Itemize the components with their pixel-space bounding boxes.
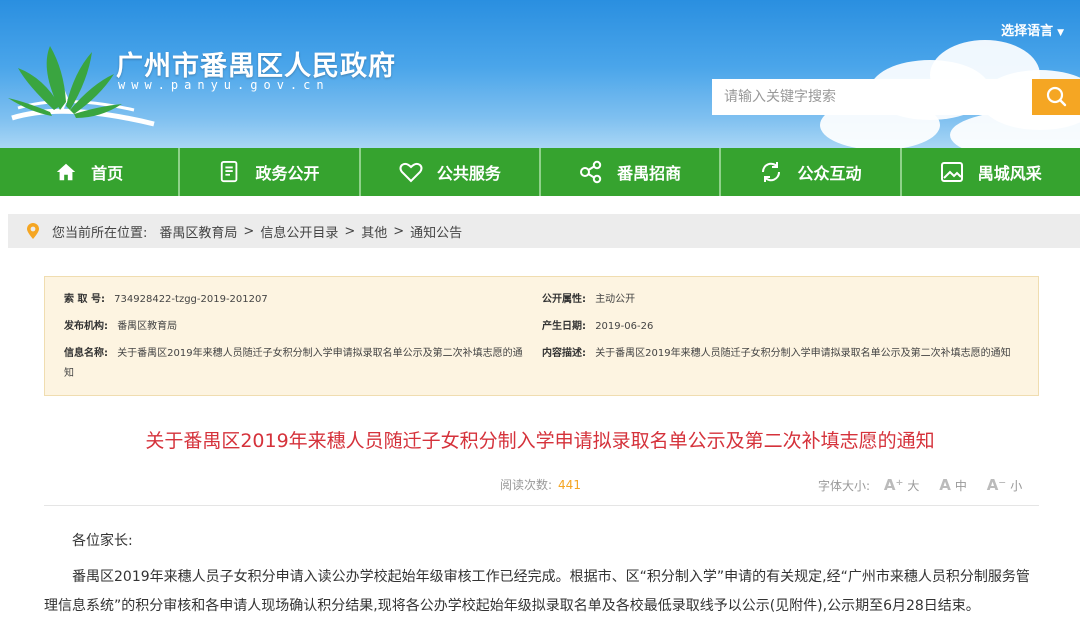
info-label: 产生日期: xyxy=(542,321,586,332)
breadcrumb-link[interactable]: 通知公告 xyxy=(410,222,462,241)
info-public-attr: 公开属性: 主动公开 xyxy=(542,290,635,310)
image-icon xyxy=(940,162,963,182)
breadcrumb-prefix: 您当前所在位置: xyxy=(52,225,148,241)
info-label: 发布机构: xyxy=(64,321,108,332)
document-info-box: 索 取 号: 734928422-tzgg-2019-201207 公开属性: … xyxy=(44,276,1039,396)
read-count-label: 阅读次数: xyxy=(500,478,553,492)
language-selector[interactable]: 选择语言 ▼ xyxy=(1001,20,1064,39)
font-large-icon[interactable]: A⁺ xyxy=(884,476,904,494)
nav-item-city-scenery[interactable]: 禺城风采 xyxy=(902,148,1080,196)
font-size-controls: 字体大小: A⁺ 大 A中 A⁻ 小 xyxy=(818,476,1028,494)
caret-down-icon: ▼ xyxy=(1057,28,1064,38)
home-icon xyxy=(56,163,76,181)
info-publisher: 发布机构: 番禺区教育局 xyxy=(64,317,177,337)
share-icon xyxy=(580,160,602,184)
font-large-button[interactable]: 大 xyxy=(907,479,919,493)
breadcrumb-link[interactable]: 其他 xyxy=(361,222,387,241)
breadcrumb: 您当前所在位置: 番禺区教育局 > 信息公开目录 > 其他 > 通知公告 xyxy=(8,214,1080,248)
nav-item-home[interactable]: 首页 xyxy=(0,148,181,196)
info-label: 索 取 号: xyxy=(64,294,105,305)
article-title: 关于番禺区2019年来穗人员随迁子女积分制入学申请拟录取名单公示及第二次补填志愿… xyxy=(145,430,935,452)
info-value: 关于番禺区2019年来穗人员随迁子女积分制入学申请拟录取名单公示及第二次补填志愿… xyxy=(595,348,1011,359)
read-count-value: 441 xyxy=(558,478,581,492)
breadcrumb-separator: > xyxy=(393,223,405,239)
nav-label: 首页 xyxy=(91,164,124,183)
info-label: 公开属性: xyxy=(542,294,586,305)
language-label: 选择语言 xyxy=(1001,24,1054,39)
info-date: 产生日期: 2019-06-26 xyxy=(542,317,653,337)
font-size-label: 字体大小: xyxy=(818,479,871,493)
info-value: 关于番禺区2019年来穗人员随迁子女积分制入学申请拟录取名单公示及第二次补填志愿… xyxy=(64,348,523,379)
search-input[interactable] xyxy=(712,79,1032,115)
info-index: 索 取 号: 734928422-tzgg-2019-201207 xyxy=(64,290,268,310)
nav-label: 公共服务 xyxy=(436,164,501,183)
font-medium-button[interactable]: 中 xyxy=(955,479,967,493)
document-icon xyxy=(221,161,238,183)
breadcrumb-separator: > xyxy=(243,223,255,239)
nav-item-public-services[interactable]: 公共服务 xyxy=(361,148,541,196)
nav-label: 禺城风采 xyxy=(977,164,1042,183)
search-icon xyxy=(1046,86,1067,107)
info-label: 信息名称: xyxy=(64,348,108,359)
heart-icon xyxy=(399,162,423,183)
nav-item-investment[interactable]: 番禺招商 xyxy=(541,148,722,196)
article-greeting: 各位家长: xyxy=(72,533,133,549)
article-paragraph: 番禺区2019年来穗人员子女积分申请入读公办学校起始年级审核工作已经完成。根据市… xyxy=(44,569,1030,614)
nav-label: 公众互动 xyxy=(797,164,862,183)
info-description: 内容描述: 关于番禺区2019年来穗人员随迁子女积分制入学申请拟录取名单公示及第… xyxy=(542,344,1022,364)
font-small-button[interactable]: 小 xyxy=(1010,479,1022,493)
article-meta: 阅读次数: 441 字体大小: A⁺ 大 A中 A⁻ 小 xyxy=(0,476,1080,494)
nav-item-public-interaction[interactable]: 公众互动 xyxy=(721,148,902,196)
site-url: www.panyu.gov.cn xyxy=(118,78,330,92)
location-pin-icon xyxy=(27,223,39,239)
refresh-icon xyxy=(762,162,781,182)
font-small-icon[interactable]: A⁻ xyxy=(987,476,1007,494)
breadcrumb-link[interactable]: 信息公开目录 xyxy=(260,222,338,241)
nav-label: 番禺招商 xyxy=(617,164,682,183)
site-header: 广州市番禺区人民政府 www.panyu.gov.cn 选择语言 ▼ xyxy=(0,0,1080,148)
info-label: 内容描述: xyxy=(542,348,586,359)
info-value: 番禺区教育局 xyxy=(117,321,178,332)
info-name: 信息名称: 关于番禺区2019年来穗人员随迁子女积分制入学申请拟录取名单公示及第… xyxy=(64,344,524,384)
cloud-decoration xyxy=(950,110,1080,148)
search-button[interactable] xyxy=(1032,79,1080,115)
breadcrumb-link[interactable]: 番禺区教育局 xyxy=(159,222,237,241)
read-count: 阅读次数: 441 xyxy=(500,476,581,493)
divider xyxy=(44,505,1039,506)
search-bar xyxy=(712,79,1080,115)
nav-item-government-affairs[interactable]: 政务公开 xyxy=(180,148,361,196)
info-value: 2019-06-26 xyxy=(595,321,654,332)
font-medium-icon[interactable]: A xyxy=(939,476,951,494)
breadcrumb-separator: > xyxy=(344,223,356,239)
nav-label: 政务公开 xyxy=(255,164,320,183)
main-nav: 首页 政务公开 公共服务 番禺招商 公众互动 禺城风采 xyxy=(0,148,1080,196)
info-value: 734928422-tzgg-2019-201207 xyxy=(114,294,268,305)
info-value: 主动公开 xyxy=(595,294,636,305)
